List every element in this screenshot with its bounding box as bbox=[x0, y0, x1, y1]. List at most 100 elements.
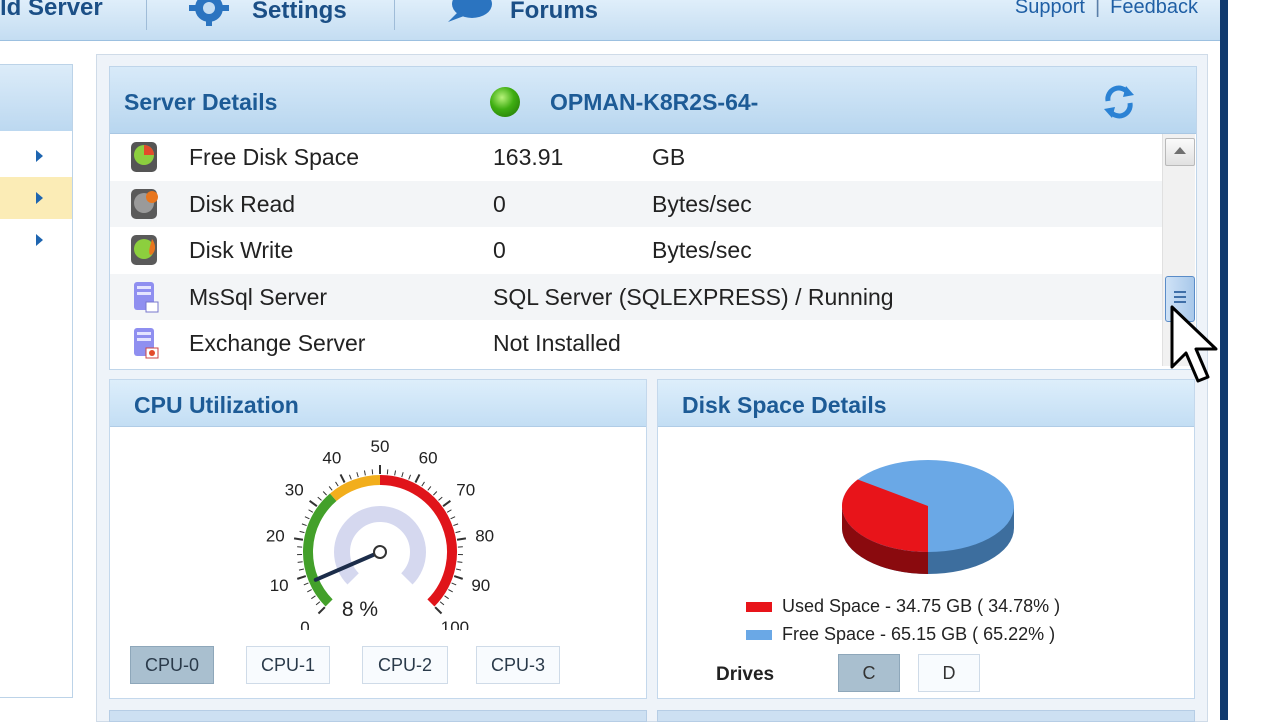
server-details-title: Server Details bbox=[124, 89, 277, 116]
gauge-tick bbox=[457, 538, 466, 539]
gauge-tick bbox=[451, 517, 456, 519]
gauge-tick bbox=[307, 590, 311, 592]
nav-separator bbox=[394, 0, 395, 30]
gauge-tick bbox=[349, 475, 351, 480]
server-status-icon bbox=[490, 87, 520, 117]
gauge-tick-label: 100 bbox=[441, 618, 469, 630]
gauge-tick bbox=[439, 497, 443, 500]
detail-label: Exchange Server bbox=[189, 330, 365, 357]
cpu-2-button[interactable]: CPU-2 bbox=[362, 646, 448, 684]
drive-c-button[interactable]: C bbox=[838, 654, 900, 692]
nav-forums[interactable]: Forums bbox=[440, 0, 598, 28]
cpu-0-button[interactable]: CPU-0 bbox=[130, 646, 214, 684]
left-panel-item-selected[interactable] bbox=[0, 177, 72, 219]
disk-write-icon bbox=[128, 233, 162, 267]
server-name: OPMAN-K8R2S-64- bbox=[550, 89, 758, 116]
gauge-tick bbox=[409, 475, 411, 480]
drive-d-button[interactable]: D bbox=[918, 654, 980, 692]
gauge-tick-label: 10 bbox=[270, 576, 289, 595]
disk-panel-header: Disk Space Details bbox=[658, 380, 1194, 427]
database-icon bbox=[128, 280, 162, 314]
left-panel-header bbox=[0, 65, 72, 131]
gauge-tick bbox=[311, 596, 315, 599]
next-panel-header bbox=[109, 710, 647, 722]
disk-space-icon bbox=[128, 140, 162, 174]
cpu-gauge: 01020304050607080901008 % bbox=[250, 440, 510, 630]
gauge-tick bbox=[433, 491, 436, 495]
gauge-tick-label: 40 bbox=[322, 449, 341, 468]
detail-unit: GB bbox=[652, 144, 685, 171]
nav-separator bbox=[146, 0, 147, 30]
gauge-hub bbox=[374, 546, 386, 558]
scroll-up-button[interactable] bbox=[1165, 138, 1195, 166]
detail-value: 0 bbox=[493, 191, 506, 218]
gauge-tick-label: 30 bbox=[285, 481, 304, 500]
gauge-tick-label: 70 bbox=[456, 481, 475, 500]
cpu-1-button[interactable]: CPU-1 bbox=[246, 646, 330, 684]
detail-label: MsSql Server bbox=[189, 284, 327, 311]
gauge-tick bbox=[300, 531, 305, 532]
used-space-label: Used Space - 34.75 GB ( 34.78% ) bbox=[782, 596, 1060, 617]
gauge-tick bbox=[297, 576, 306, 579]
gauge-tick bbox=[357, 472, 358, 477]
top-links: Support | Feedback bbox=[1015, 0, 1198, 19]
gauge-tick bbox=[318, 607, 324, 613]
gauge-tick bbox=[443, 501, 450, 506]
gauge-tick bbox=[457, 562, 462, 563]
server-details-header: Server Details OPMAN-K8R2S-64- bbox=[110, 67, 1196, 134]
disk-read-icon bbox=[128, 187, 162, 221]
gauge-tick bbox=[294, 538, 303, 539]
gauge-tick bbox=[329, 486, 332, 490]
gauge-tick bbox=[304, 583, 309, 585]
cpu-3-button[interactable]: CPU-3 bbox=[476, 646, 560, 684]
server-details-card: Server Details OPMAN-K8R2S-64- Free Disk… bbox=[109, 66, 1197, 370]
exchange-server-icon bbox=[128, 326, 162, 360]
detail-unit: Bytes/sec bbox=[652, 237, 752, 264]
gauge-tick bbox=[415, 474, 419, 482]
gauge-tick bbox=[456, 569, 461, 570]
forums-icon bbox=[440, 0, 494, 28]
link-separator: | bbox=[1095, 0, 1100, 18]
gear-icon bbox=[186, 0, 232, 28]
left-panel-item[interactable] bbox=[0, 135, 72, 177]
gauge-tick-label: 20 bbox=[266, 526, 285, 545]
gauge-tick bbox=[452, 583, 457, 585]
gauge-green-band bbox=[308, 497, 333, 603]
legend-free-space: Free Space - 65.15 GB ( 65.22% ) bbox=[746, 624, 1055, 645]
feedback-link[interactable]: Feedback bbox=[1110, 0, 1198, 18]
gauge-tick bbox=[453, 524, 458, 526]
gauge-tick bbox=[402, 472, 403, 477]
cpu-panel-title: CPU Utilization bbox=[134, 392, 299, 419]
cpu-panel-header: CPU Utilization bbox=[110, 380, 646, 427]
detail-row-disk-read: Disk Read 0 Bytes/sec bbox=[110, 181, 1162, 228]
used-space-swatch bbox=[746, 602, 772, 612]
disk-space-panel: Disk Space Details Used Space - 34.75 GB… bbox=[657, 379, 1195, 699]
gauge-tick bbox=[364, 470, 365, 475]
free-space-label: Free Space - 65.15 GB ( 65.22% ) bbox=[782, 624, 1055, 645]
detail-label: Free Disk Space bbox=[189, 144, 359, 171]
gauge-tick-label: 0 bbox=[300, 618, 309, 630]
nav-settings-label: Settings bbox=[252, 0, 347, 25]
left-panel-item[interactable] bbox=[0, 219, 72, 261]
gauge-tick bbox=[302, 524, 307, 526]
gauge-tick bbox=[448, 590, 452, 592]
top-navigation-bar: ld Server Settings Forums Support | Feedba… bbox=[0, 0, 1220, 41]
legend-used-space: Used Space - 34.75 GB ( 34.78% ) bbox=[746, 596, 1060, 617]
refresh-icon[interactable] bbox=[1100, 83, 1138, 121]
expand-arrow-icon bbox=[36, 150, 43, 162]
nav-add-server[interactable]: ld Server bbox=[0, 0, 103, 22]
detail-row-exchange-server: Exchange Server Not Installed bbox=[110, 320, 1162, 367]
gauge-tick bbox=[435, 607, 441, 613]
detail-value: Not Installed bbox=[493, 330, 621, 357]
support-link[interactable]: Support bbox=[1015, 0, 1085, 18]
gauge-tick bbox=[447, 510, 451, 513]
free-space-swatch bbox=[746, 630, 772, 640]
gauge-tick bbox=[454, 576, 463, 579]
detail-label: Disk Write bbox=[189, 237, 293, 264]
nav-settings[interactable]: Settings bbox=[186, 0, 347, 28]
cpu-utilization-panel: CPU Utilization 01020304050607080901008 … bbox=[109, 379, 647, 699]
server-details-list: Free Disk Space 163.91 GB Disk Read 0 By… bbox=[110, 134, 1162, 367]
detail-label: Disk Read bbox=[189, 191, 295, 218]
detail-value: 163.91 bbox=[493, 144, 563, 171]
detail-row-disk-write: Disk Write 0 Bytes/sec bbox=[110, 227, 1162, 274]
